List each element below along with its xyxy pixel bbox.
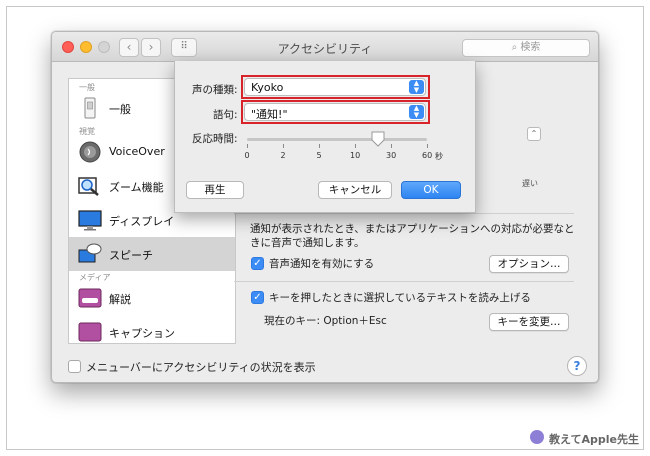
delay-slider-tick	[319, 144, 320, 148]
section-divider	[234, 281, 574, 282]
menubar-status-label: メニューバーにアクセシビリティの状況を表示	[86, 361, 316, 374]
delay-unit-label: 秒	[435, 152, 443, 161]
delay-tick-label: 60	[422, 151, 433, 160]
highlight-box-voice	[241, 75, 430, 99]
speak-selected-label: キーを押したときに選択しているテキストを読み上げる	[269, 292, 531, 304]
descriptions-icon	[78, 288, 102, 308]
speak-selected-checkbox[interactable]: ✓	[251, 291, 264, 304]
delay-tick-label: 2	[280, 151, 286, 160]
change-key-button[interactable]: キーを変更…	[489, 313, 569, 331]
play-button[interactable]: 再生	[186, 181, 244, 199]
highlight-box-phrase	[241, 100, 430, 124]
search-field[interactable]: ⌕ 検索	[462, 39, 590, 57]
voiceover-icon	[79, 141, 101, 163]
delay-slider-knob[interactable]	[371, 131, 385, 147]
voice-label: 声の種類:	[192, 84, 238, 96]
watermark: 教えてApple先生	[549, 433, 639, 446]
sidebar-item-captions[interactable]: キャプション	[69, 315, 235, 343]
delay-slider-tick	[391, 144, 392, 148]
phrase-label: 語句:	[213, 109, 238, 121]
apple-logo-icon	[530, 430, 544, 444]
sidebar-item-label: 解説	[109, 293, 131, 306]
delay-slider-tick	[247, 144, 248, 148]
menubar-status-checkbox[interactable]	[68, 360, 81, 373]
sidebar-item-speech[interactable]: スピーチ	[69, 237, 235, 271]
captions-icon	[78, 322, 102, 342]
sidebar-item-label: 一般	[109, 103, 131, 116]
search-icon: ⌕	[511, 42, 518, 53]
rate-slow-label: 遅い	[522, 179, 538, 188]
sidebar-item-label: キャプション	[109, 327, 175, 340]
search-placeholder: 検索	[520, 42, 541, 53]
options-button[interactable]: オプション…	[489, 255, 569, 273]
delay-slider-tick	[283, 144, 284, 148]
sidebar-item-label: VoiceOver	[109, 145, 165, 158]
announce-checkbox[interactable]: ✓	[251, 257, 264, 270]
section-divider	[234, 213, 574, 214]
ok-button[interactable]: OK	[401, 181, 461, 199]
cancel-button[interactable]: キャンセル	[318, 181, 392, 199]
zoom-icon	[78, 177, 99, 196]
delay-slider-tick	[355, 144, 356, 148]
delay-slider-track[interactable]	[247, 138, 427, 141]
partial-popup-arrow-icon[interactable]: ⌃	[527, 127, 541, 141]
display-icon	[78, 210, 102, 231]
notify-description: 通知が表示されたとき、またはアプリケーションへの対応が必要なときに音声で通知しま…	[250, 223, 575, 249]
delay-slider-tick	[427, 144, 428, 148]
sidebar-item-label: ズーム機能	[109, 181, 164, 194]
announce-checkbox-label: 音声通知を有効にする	[269, 258, 375, 270]
current-key-label: 現在のキー: Option＋Esc	[264, 315, 387, 327]
help-button[interactable]: ?	[567, 356, 587, 376]
sidebar-item-descriptions[interactable]: 解説	[69, 281, 235, 315]
speech-icon	[78, 243, 102, 263]
switch-icon	[84, 97, 96, 119]
delay-tick-label: 10	[350, 151, 361, 160]
delay-tick-label: 0	[244, 151, 250, 160]
delay-tick-label: 30	[386, 151, 397, 160]
delay-label: 反応時間:	[192, 133, 238, 145]
sidebar-item-label: ディスプレイ	[109, 215, 175, 228]
title-bar: ‹ › ⠿ アクセシビリティ ⌕ 検索	[52, 32, 598, 62]
sidebar-item-label: スピーチ	[109, 249, 153, 262]
delay-tick-label: 5	[316, 151, 322, 160]
